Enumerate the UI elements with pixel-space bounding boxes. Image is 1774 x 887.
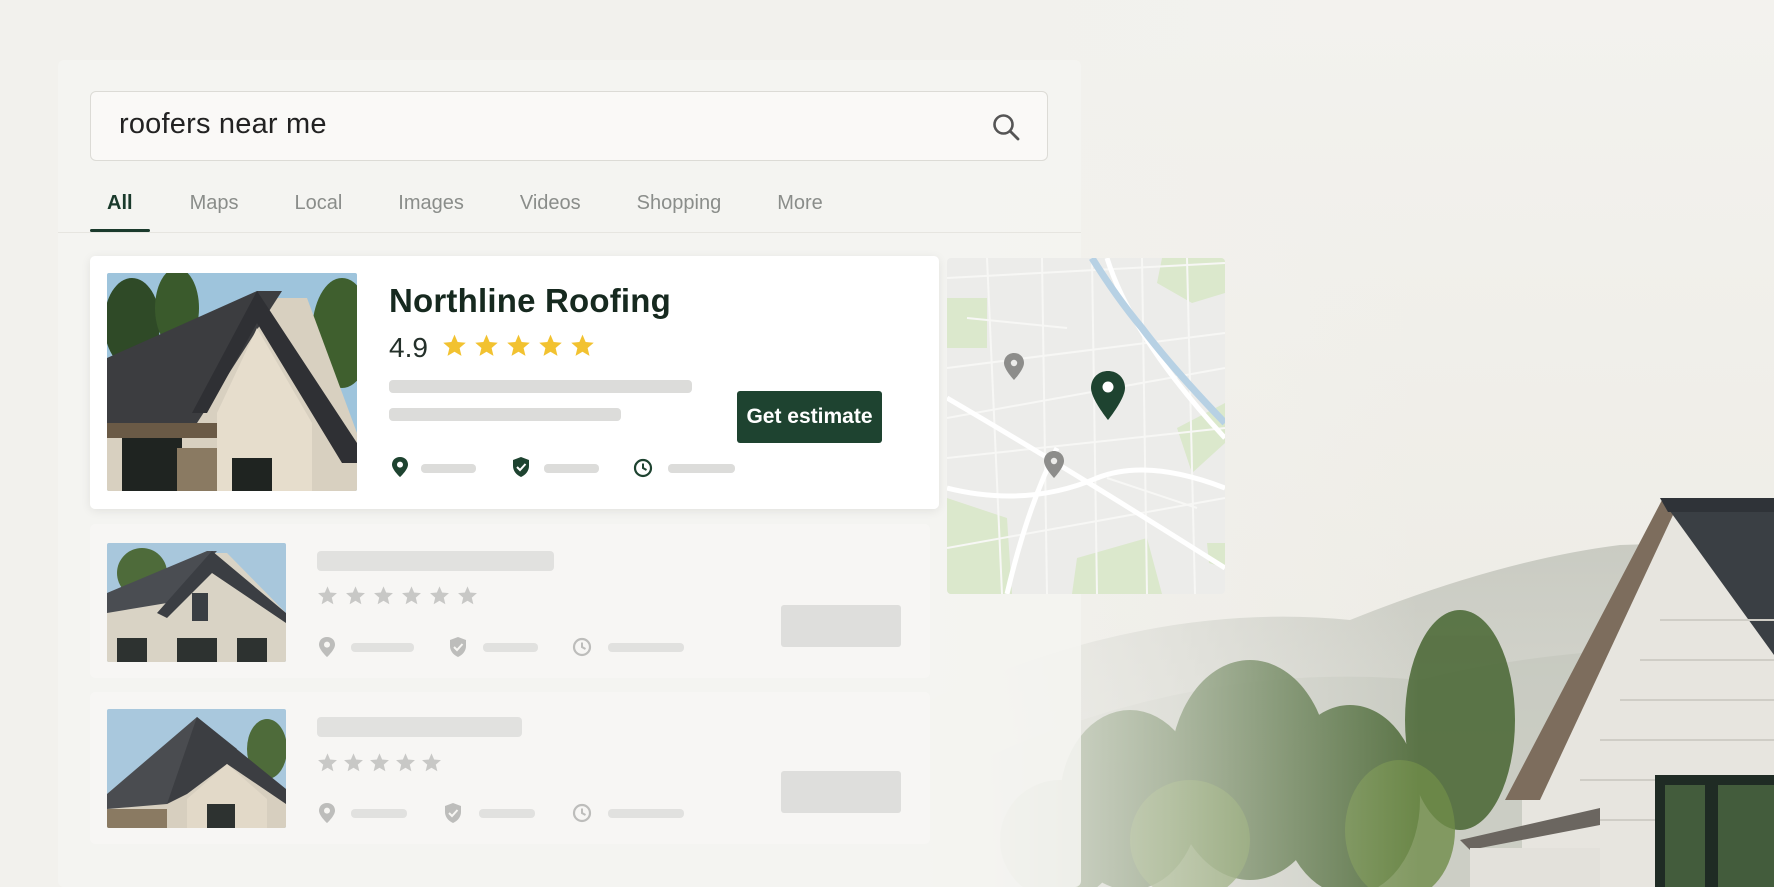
star-icon	[402, 586, 421, 605]
location-pin-icon	[319, 803, 335, 823]
meta-placeholder	[608, 809, 684, 818]
clock-icon	[572, 637, 592, 657]
star-icon	[396, 753, 415, 772]
tab-shopping[interactable]: Shopping	[620, 190, 739, 234]
location-pin-icon	[392, 457, 408, 477]
star-icon	[507, 334, 530, 356]
business-photo	[107, 543, 286, 662]
meta-placeholder	[421, 464, 476, 473]
star-icon	[422, 753, 441, 772]
star-icon	[346, 586, 365, 605]
search-icon[interactable]	[991, 112, 1021, 142]
meta-placeholder	[351, 643, 414, 652]
placeholder-result-card[interactable]	[90, 524, 930, 678]
tabs-divider	[58, 232, 1081, 233]
clock-icon	[572, 803, 592, 823]
action-button-placeholder[interactable]	[781, 771, 901, 813]
meta-placeholder	[544, 464, 599, 473]
star-icon	[443, 334, 466, 356]
star-icon	[539, 334, 562, 356]
tab-maps[interactable]: Maps	[173, 190, 256, 234]
placeholder-result-card[interactable]	[90, 692, 930, 844]
business-name[interactable]: Northline Roofing	[389, 282, 671, 320]
rating-stars-placeholder	[317, 585, 478, 606]
meta-placeholder	[668, 464, 735, 473]
tab-local[interactable]: Local	[277, 190, 359, 234]
results-map[interactable]	[947, 258, 1225, 594]
business-photo	[107, 273, 357, 491]
search-input[interactable]: roofers near me	[119, 108, 327, 141]
get-estimate-button[interactable]: Get estimate	[737, 391, 882, 443]
shield-check-icon	[450, 637, 466, 657]
meta-placeholder	[483, 643, 538, 652]
meta-placeholder	[479, 809, 535, 818]
clock-icon	[633, 458, 653, 478]
rating-value: 4.9	[389, 332, 428, 363]
shield-check-icon	[445, 803, 461, 823]
search-tabs: All Maps Local Images Videos Shopping Mo…	[90, 190, 840, 234]
meta-placeholder	[351, 809, 407, 818]
star-icon	[318, 753, 337, 772]
star-icon	[318, 586, 337, 605]
location-pin-icon	[319, 637, 335, 657]
tab-images[interactable]: Images	[381, 190, 481, 234]
description-placeholder-line	[389, 380, 692, 393]
action-button-placeholder[interactable]	[781, 605, 901, 647]
rating-stars	[442, 333, 595, 358]
rating-stars-placeholder	[317, 752, 442, 773]
featured-result-card[interactable]: Northline Roofing 4.9 Get estimate	[90, 256, 939, 509]
star-icon	[370, 753, 389, 772]
title-placeholder	[317, 551, 554, 571]
description-placeholder-line	[389, 408, 621, 421]
tab-videos[interactable]: Videos	[503, 190, 598, 234]
title-placeholder	[317, 717, 522, 737]
star-icon	[430, 586, 449, 605]
business-photo	[107, 709, 286, 828]
tab-more[interactable]: More	[760, 190, 840, 234]
search-box[interactable]: roofers near me	[90, 91, 1048, 161]
star-icon	[344, 753, 363, 772]
star-icon	[475, 334, 498, 356]
meta-placeholder	[608, 643, 684, 652]
star-icon	[571, 334, 594, 356]
star-icon	[458, 586, 477, 605]
shield-check-icon	[513, 457, 529, 477]
tab-all[interactable]: All	[90, 190, 150, 234]
star-icon	[374, 586, 393, 605]
